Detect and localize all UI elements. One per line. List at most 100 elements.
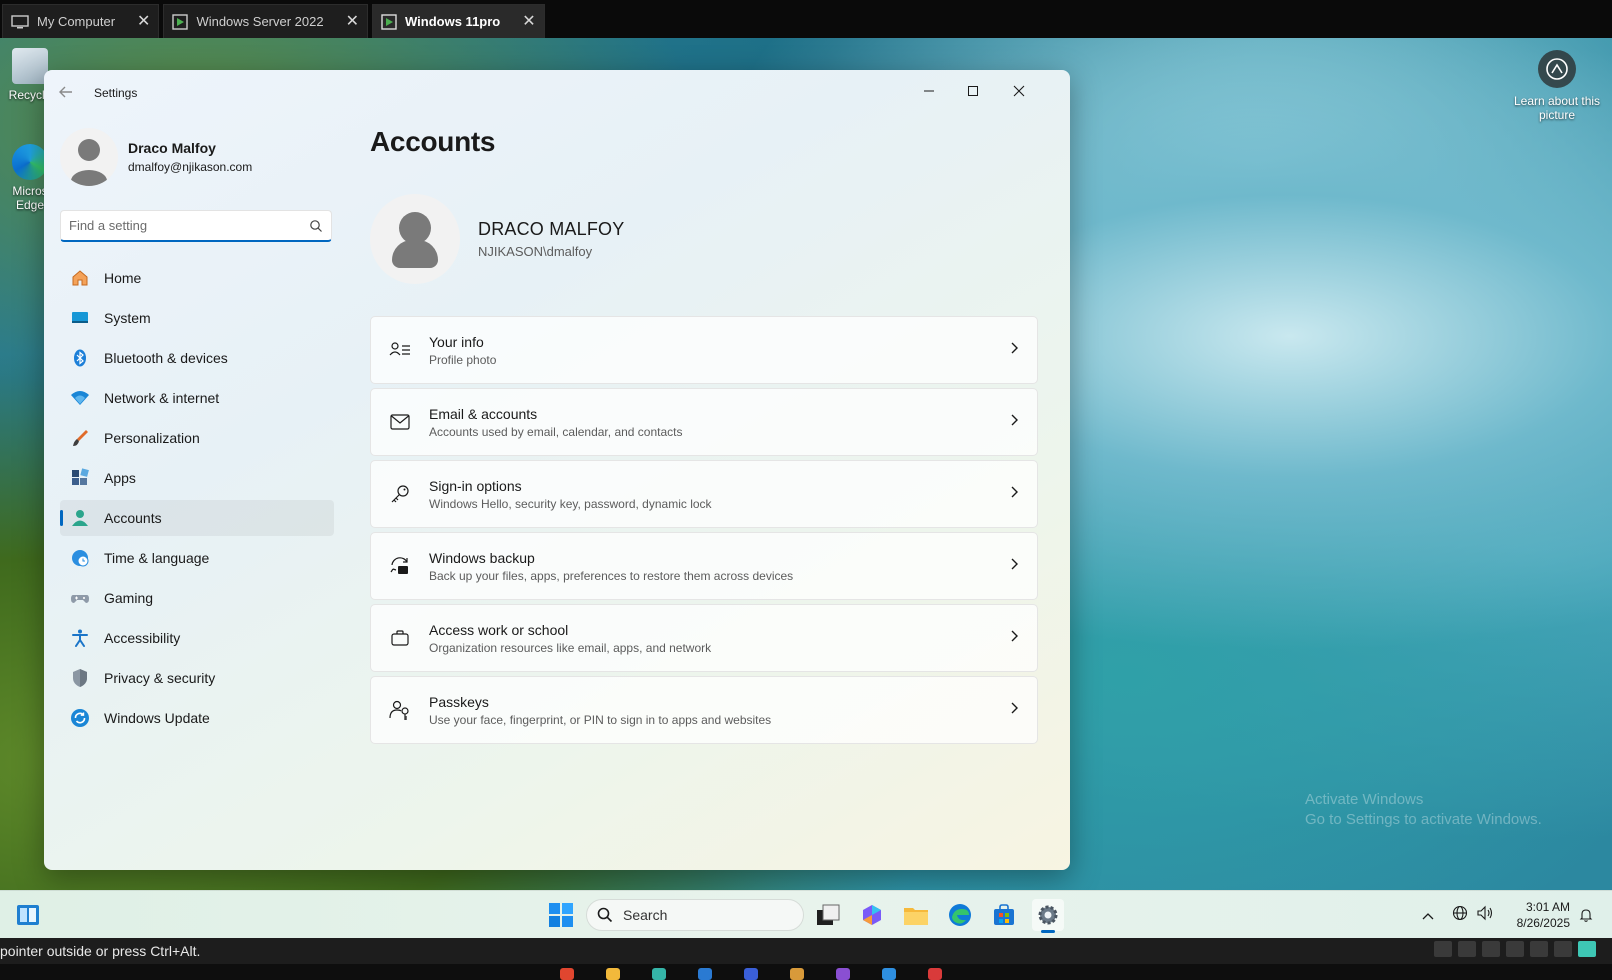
gamepad-icon [70,588,90,608]
clock[interactable]: 3:01 AM 8/26/2025 [1510,899,1570,931]
copilot-icon[interactable] [856,899,888,931]
passkey-icon [389,699,411,721]
sidebar-item-label: System [104,310,151,326]
host-taskbar-strip [0,964,1612,980]
sidebar-item-windows-update[interactable]: Windows Update [60,700,334,736]
sidebar-item-accessibility[interactable]: Accessibility [60,620,334,656]
start-button[interactable] [548,902,574,928]
search-field[interactable] [60,210,332,242]
system-tray [1422,905,1494,926]
card-subtitle: Profile photo [429,352,497,367]
profile-email: dmalfoy@njikason.com [128,160,253,174]
card-title: Access work or school [429,621,569,638]
card-title: Sign-in options [429,477,522,494]
card-subtitle: Organization resources like email, apps,… [429,640,712,655]
edge-browser-icon[interactable] [944,899,976,931]
cd-drive-icon[interactable] [1458,941,1476,957]
card-access-work-school[interactable]: Access work or school Organization resou… [370,604,1038,672]
host-app-icon[interactable] [652,968,666,980]
sidebar-item-label: Personalization [104,430,200,446]
sidebar-item-label: Accessibility [104,630,181,646]
card-subtitle: Back up your files, apps, preferences to… [429,568,794,583]
card-email-accounts[interactable]: Email & accounts Accounts used by email,… [370,388,1038,456]
sidebar-item-apps[interactable]: Apps [60,460,334,496]
apps-icon [70,468,90,488]
network-globe-icon[interactable] [1452,905,1468,926]
close-icon[interactable]: ✕ [346,13,359,30]
back-arrow-icon[interactable] [58,84,76,102]
taskbar-search[interactable]: Search [586,899,804,931]
host-app-icon[interactable] [882,968,896,980]
sidebar-item-label: Windows Update [104,710,210,726]
sidebar-item-system[interactable]: System [60,300,334,336]
card-title: Your info [429,333,484,350]
sidebar-item-accounts[interactable]: Accounts [60,500,334,536]
sidebar-item-network[interactable]: Network & internet [60,380,334,416]
maximize-button[interactable] [950,76,996,106]
taskbar-search-label: Search [623,907,668,923]
sidebar-item-privacy[interactable]: Privacy & security [60,660,334,696]
profile-name: Draco Malfoy [128,140,216,156]
store-icon[interactable] [988,899,1020,931]
sidebar-item-label: Network & internet [104,390,220,406]
wireless-device-icon[interactable] [1554,941,1572,957]
host-app-icon[interactable] [606,968,620,980]
notification-icon[interactable] [1578,907,1594,928]
sidebar-item-bluetooth[interactable]: Bluetooth & devices [60,340,334,376]
camera-device-icon[interactable] [1530,941,1548,957]
chevron-up-icon[interactable] [1422,907,1434,925]
close-icon[interactable]: ✕ [522,13,535,30]
settings-window: Settings Draco Malfoy dmalfoy@njikason.c… [44,70,1070,870]
learn-about-picture[interactable]: Learn about this picture [1512,50,1602,122]
account-settings-list: Your info Profile photo Email & accounts… [370,316,1038,748]
card-passkeys[interactable]: Passkeys Use your face, fingerprint, or … [370,676,1038,744]
close-button[interactable] [996,76,1042,106]
hard-disk-icon[interactable] [1434,941,1452,957]
network-adapter-icon[interactable] [1482,941,1500,957]
vm-tab-my-computer[interactable]: My Computer ✕ [2,4,160,38]
sidebar-item-time-language[interactable]: Time & language [60,540,334,576]
chevron-right-icon [1009,629,1019,648]
gear-icon [1038,905,1058,925]
message-log-icon[interactable] [1578,941,1596,957]
widgets-icon[interactable] [14,901,42,929]
chevron-right-icon [1009,485,1019,504]
card-your-info[interactable]: Your info Profile photo [370,316,1038,384]
settings-app-icon[interactable] [1032,899,1064,933]
sidebar-item-label: Gaming [104,590,154,606]
vm-tab-windows-server[interactable]: Windows Server 2022 ✕ [163,4,369,38]
sidebar-item-gaming[interactable]: Gaming [60,580,334,616]
close-icon[interactable]: ✕ [137,13,150,30]
profile-header[interactable]: Draco Malfoy dmalfoy@njikason.com [60,128,252,186]
vm-tab-label: Windows Server 2022 [196,14,324,29]
search-icon [310,219,322,232]
host-app-icon[interactable] [928,968,942,980]
running-indicator [1041,930,1055,933]
host-app-icon[interactable] [744,968,758,980]
monitor-icon [11,14,29,28]
sidebar-item-personalization[interactable]: Personalization [60,420,334,456]
sidebar-item-label: Privacy & security [104,670,216,686]
task-view-icon[interactable] [812,899,844,931]
vm-tab-windows-11pro[interactable]: Windows 11pro ✕ [372,4,545,38]
host-app-icon[interactable] [560,968,574,980]
vm-icon [172,13,189,30]
host-app-icon[interactable] [698,968,712,980]
chevron-right-icon [1009,341,1019,360]
minimize-button[interactable] [906,76,952,106]
card-subtitle: Windows Hello, security key, password, d… [429,496,712,511]
search-input[interactable] [69,218,309,233]
sound-card-icon[interactable] [1506,941,1524,957]
host-app-icon[interactable] [836,968,850,980]
file-explorer-icon[interactable] [900,899,932,931]
card-windows-backup[interactable]: Windows backup Back up your files, apps,… [370,532,1038,600]
clock-time: 3:01 AM [1525,900,1570,914]
volume-icon[interactable] [1476,905,1494,926]
sidebar-item-home[interactable]: Home [60,260,334,296]
account-domain: NJIKASON\dmalfoy [478,244,593,259]
card-sign-in-options[interactable]: Sign-in options Windows Hello, security … [370,460,1038,528]
briefcase-icon [389,627,411,649]
host-app-icon[interactable] [790,968,804,980]
card-subtitle: Use your face, fingerprint, or PIN to si… [429,712,772,727]
desktop: Recycle Micros Edge Learn about this pic… [0,38,1612,890]
